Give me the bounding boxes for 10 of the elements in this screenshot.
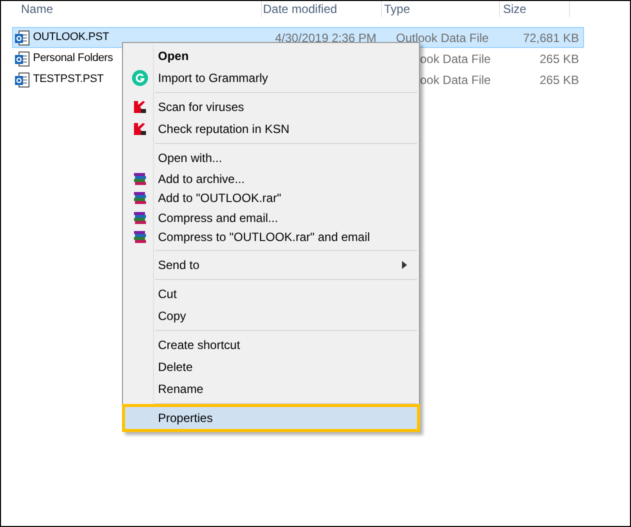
file-type: ook Data File [420, 52, 491, 66]
file-type: Outlook Data File [396, 30, 489, 44]
file-size: 72,681 KB [522, 30, 579, 46]
file-name: OUTLOOK.PST [33, 30, 110, 46]
date-modified: 4/30/2019 2:36 PM [275, 30, 376, 44]
file-name: Personal Folders [33, 51, 113, 66]
file-name: TESTPST.PST [33, 72, 104, 88]
file-type: ook Data File [420, 72, 491, 86]
file-size: 265 KB [540, 50, 579, 68]
file-size: 265 KB [540, 72, 579, 88]
